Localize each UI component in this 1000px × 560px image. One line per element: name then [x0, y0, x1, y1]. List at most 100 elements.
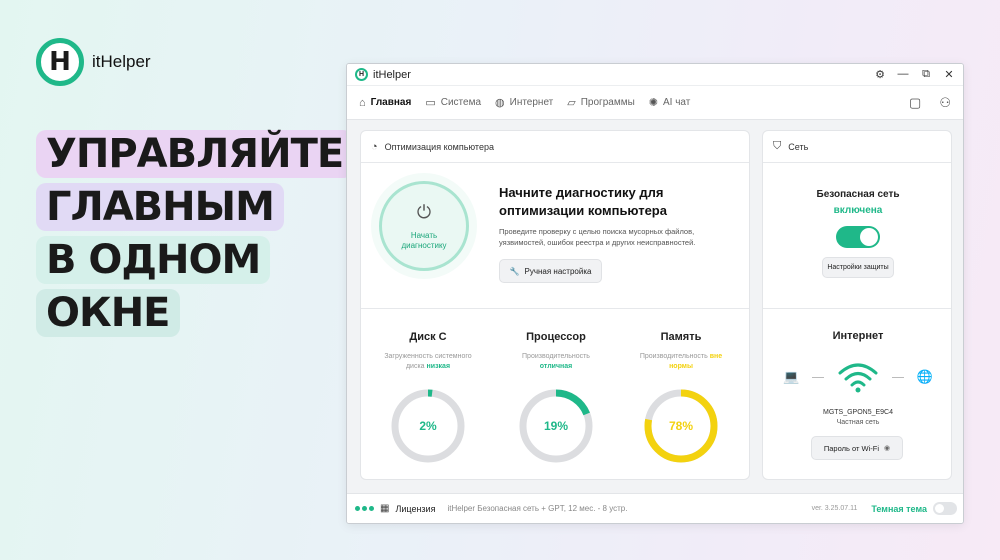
network-ssid: MGTS_GPON5_E9C4 [822, 409, 894, 416]
app-window: H itHelper ⚙ — ⧉ ✕ ⌂ Главная ▭ Система ◍… [346, 63, 964, 524]
wifi-icon [838, 363, 878, 393]
gauge-value: 2% [419, 419, 437, 433]
brand-name: itHelper [92, 52, 151, 71]
metric-title: Диск C [409, 331, 447, 343]
metric-status: низкая [426, 363, 451, 370]
secure-network-toggle[interactable] [836, 226, 880, 248]
disk-gauge: 2% [388, 386, 468, 466]
tab-system-label: Система [440, 97, 482, 108]
start-diagnostics-label: Начать диагностику [401, 230, 447, 250]
diagnostics-title: Начните диагностику для оптимизации комп… [499, 185, 667, 218]
main-nav: ⌂ Главная ▭ Система ◍ Интернет ▱ Програм… [347, 86, 963, 120]
settings-icon[interactable]: ⚙ [874, 68, 886, 81]
metric-subtitle: Производительность отличная [506, 352, 606, 372]
optimization-card: ◔ Оптимизация компьютера ⏻ Начать диагно… [360, 130, 750, 480]
status-bar: ▦ Лицензия itHelper Безопасная сеть + GP… [347, 493, 963, 523]
metric-subtitle: Загруженность системного диска низкая [378, 352, 478, 372]
gauge-value: 19% [543, 419, 569, 433]
toggle-knob [935, 504, 944, 513]
laptop-icon: 💻 [783, 369, 800, 384]
chat-icon[interactable]: ▢ [909, 95, 921, 111]
nav-actions: ▢ ⚇ [909, 95, 951, 111]
headline-line-4: ОКНЕ [36, 289, 180, 337]
window-controls: ⚙ — ⧉ ✕ [874, 68, 955, 81]
metric-title: Память [660, 331, 702, 343]
minimize-icon[interactable]: — [897, 68, 909, 81]
title-bar: H itHelper ⚙ — ⧉ ✕ [347, 64, 963, 86]
license-label[interactable]: Лицензия [395, 504, 435, 514]
tab-programs-label: Программы [580, 97, 635, 108]
toggle-knob [860, 228, 878, 246]
wrench-icon: 🔧 [509, 266, 520, 276]
network-card-title: Сеть [788, 141, 809, 152]
wifi-password-label: Пароль от Wi-Fi [823, 443, 879, 453]
connector-line [892, 376, 905, 378]
network-type: Частная сеть [836, 419, 880, 426]
brand: H itHelper [36, 38, 151, 86]
globe-icon: ◍ [495, 97, 505, 109]
dark-theme-toggle[interactable] [933, 502, 957, 515]
network-card-header: ⛉ Сеть [763, 131, 951, 163]
gauge-icon: ◔ [371, 140, 378, 153]
metric-disk: Диск C Загруженность системного диска ни… [378, 331, 478, 466]
folder-icon: ▱ [567, 97, 576, 109]
version-label: ver. 3.25.07.11 [811, 505, 858, 512]
manual-setup-label: Ручная настройка [524, 266, 592, 276]
globe-icon: 🌐 [916, 369, 933, 384]
diagnostics-description: Проведите проверку с целью поиска мусорн… [499, 227, 696, 247]
license-description: itHelper Безопасная сеть + GPT, 12 мес. … [447, 504, 628, 513]
tab-home[interactable]: ⌂ Главная [359, 97, 411, 109]
secure-network-label: Безопасная сеть [816, 189, 900, 200]
brand-logo-icon: H [36, 38, 84, 86]
power-icon: ⏻ [416, 201, 432, 222]
close-icon[interactable]: ✕ [943, 68, 955, 81]
tab-internet[interactable]: ◍ Интернет [495, 96, 553, 109]
calendar-icon: ▦ [380, 503, 390, 514]
optimization-card-header: ◔ Оптимизация компьютера [361, 131, 749, 163]
eye-icon: ◉ [884, 445, 891, 452]
tab-home-label: Главная [370, 97, 412, 108]
tab-programs[interactable]: ▱ Программы [567, 96, 635, 109]
metric-title: Процессор [526, 331, 586, 343]
tab-ai-chat-label: AI чат [662, 97, 691, 108]
network-diagram: 💻 🌐 [783, 357, 933, 397]
headline-line-3: В ОДНОМ [36, 236, 271, 284]
metric-subtitle: Производительность вне нормы [631, 352, 731, 372]
shield-icon: ⛉ [773, 140, 782, 152]
divider [763, 308, 951, 309]
secure-network-state: включена [833, 205, 883, 216]
metric-memory: Память Производительность вне нормы 78% [631, 331, 731, 466]
cpu-gauge: 19% [516, 386, 596, 466]
popout-icon[interactable]: ⧉ [920, 68, 932, 81]
app-logo-icon: H [355, 68, 368, 81]
metric-cpu: Процессор Производительность отличная 19… [506, 331, 606, 466]
tab-system[interactable]: ▭ Система [425, 96, 481, 109]
tab-internet-label: Интернет [509, 97, 554, 108]
network-card: ⛉ Сеть Безопасная сеть включена Настройк… [762, 130, 952, 480]
optimization-card-title: Оптимизация компьютера [384, 141, 494, 152]
tab-ai-chat[interactable]: ✺ AI чат [649, 96, 691, 109]
monitor-icon: ▭ [425, 97, 436, 109]
headline: УПРАВЛЯЙТЕ ГЛАВНЫМ В ОДНОМ ОКНЕ [36, 130, 354, 337]
manual-setup-button[interactable]: 🔧 Ручная настройка [499, 259, 602, 283]
protection-settings-button[interactable]: Настройки защиты [822, 257, 894, 278]
headline-line-1: УПРАВЛЯЙТЕ [36, 130, 354, 178]
divider [361, 308, 749, 309]
gauge-value: 78% [668, 419, 694, 433]
dark-theme-label[interactable]: Темная тема [871, 504, 927, 514]
user-icon[interactable]: ⚇ [939, 95, 951, 111]
metric-sub-text: Производительность [522, 353, 590, 360]
start-diagnostics-button[interactable]: ⏻ Начать диагностику [379, 181, 469, 271]
window-title: itHelper [373, 68, 411, 81]
status-dots-icon [355, 506, 374, 511]
metric-status: отличная [539, 363, 573, 370]
ai-icon: ✺ [648, 97, 658, 109]
home-icon: ⌂ [359, 96, 366, 109]
brand-logo-letter: H [49, 47, 71, 77]
metric-sub-text: Производительность [639, 353, 710, 360]
headline-line-2: ГЛАВНЫМ [36, 183, 284, 231]
connector-line [811, 376, 824, 378]
internet-title: Интернет [832, 330, 884, 342]
wifi-password-button[interactable]: Пароль от Wi-Fi ◉ [811, 436, 903, 460]
memory-gauge: 78% [641, 386, 721, 466]
